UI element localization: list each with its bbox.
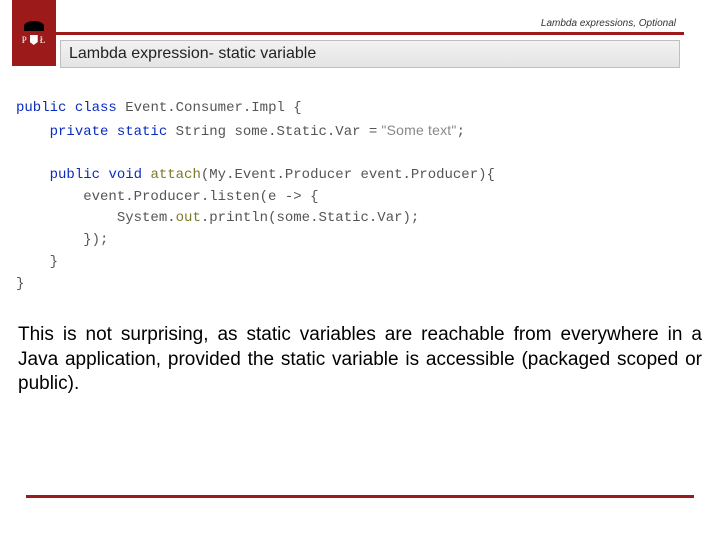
out: out — [176, 210, 201, 226]
kw-static: static — [117, 124, 167, 140]
brace: { — [285, 100, 302, 116]
semi: ; — [457, 124, 465, 140]
paren-close: ){ — [478, 167, 495, 183]
shield-icon — [30, 35, 38, 45]
code-snippet: public class Event.Consumer.Impl { priva… — [16, 98, 704, 295]
sys: System. — [117, 210, 176, 226]
logo-hat-icon — [24, 21, 44, 31]
string-literal: "Some text" — [377, 122, 456, 138]
println-args: (some.Static.Var); — [268, 210, 419, 226]
lambda-close: }); — [83, 232, 108, 248]
logo-letter-l: Ł — [40, 35, 47, 45]
explanation-text: This is not surprising, as static variab… — [18, 323, 702, 396]
lambda-open: (e -> { — [260, 189, 319, 205]
logo-letter-p: P — [22, 35, 28, 45]
class-close: } — [16, 276, 24, 292]
type-string: String — [176, 124, 226, 140]
title-bar: Lambda expression- static variable — [60, 40, 680, 68]
slide-header: P Ł Lambda expressions, Optional Lambda … — [0, 0, 720, 78]
kw-public: public — [16, 100, 66, 116]
println: .println — [201, 210, 268, 226]
header-rule — [56, 32, 684, 35]
page-title: Lambda expression- static variable — [69, 45, 316, 63]
kw-private: private — [50, 124, 109, 140]
call-listen: event.Producer.listen — [83, 189, 259, 205]
param: My.Event.Producer event.Producer — [209, 167, 478, 183]
breadcrumb: Lambda expressions, Optional — [541, 18, 676, 29]
method-attach: attach — [142, 167, 201, 183]
breadcrumb-text: Lambda expressions, Optional — [541, 18, 676, 29]
kw-class: class — [75, 100, 117, 116]
method-close: } — [50, 254, 58, 270]
kw-public2: public — [50, 167, 100, 183]
paren-open: ( — [201, 167, 209, 183]
university-logo: P Ł — [12, 0, 56, 66]
var-name: some.Static.Var — [226, 124, 369, 140]
logo-letters: P Ł — [22, 35, 47, 45]
footer-rule — [26, 495, 694, 498]
kw-void: void — [108, 167, 142, 183]
class-name: Event.Consumer.Impl — [125, 100, 285, 116]
